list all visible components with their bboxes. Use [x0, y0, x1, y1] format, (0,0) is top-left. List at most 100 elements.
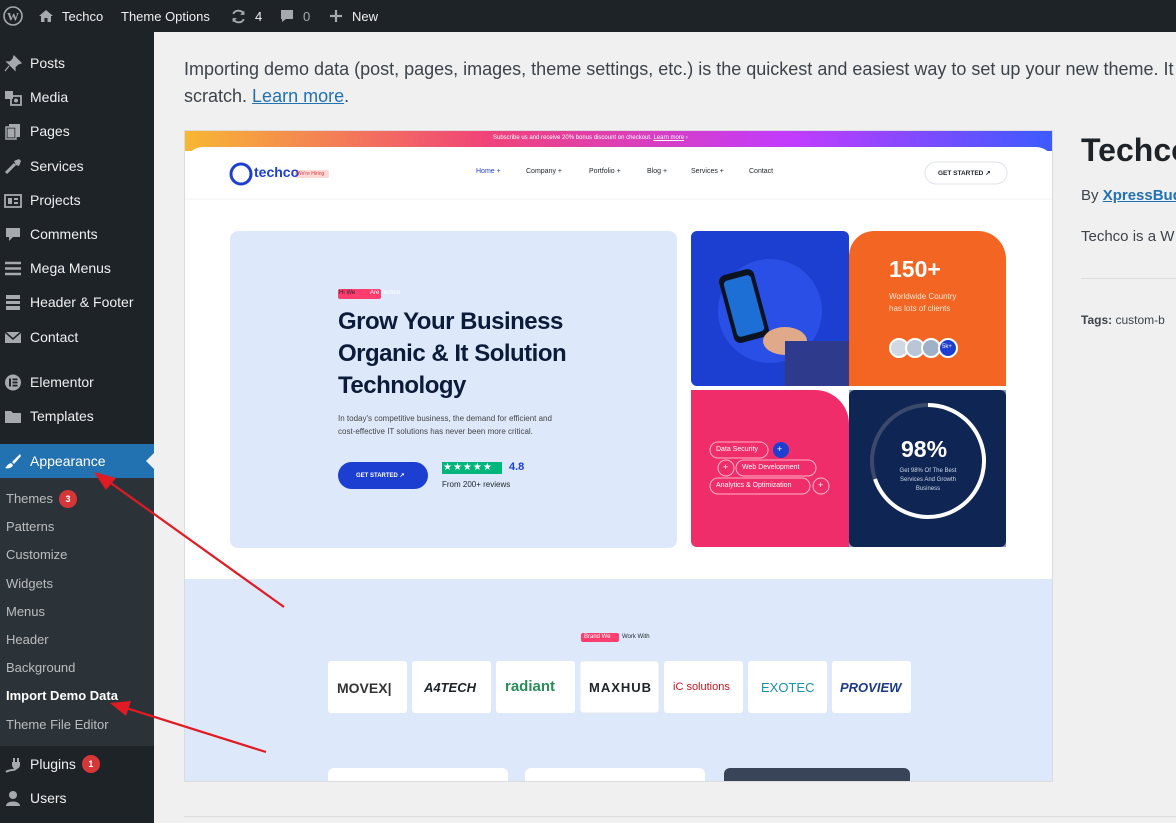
submenu-import-demo-data[interactable]: Import Demo Data: [6, 682, 118, 710]
theme-options-link[interactable]: Theme Options: [121, 0, 210, 32]
home-icon: [39, 10, 53, 22]
media-icon: [5, 91, 22, 106]
submenu-themes[interactable]: Themes 3: [6, 485, 77, 513]
tags-value: custom-b: [1115, 313, 1165, 327]
by-label: By: [1081, 187, 1099, 204]
menu-label: Elementor: [30, 374, 94, 390]
submenu-theme-file-editor[interactable]: Theme File Editor: [6, 711, 109, 739]
elementor-icon: [5, 374, 21, 391]
updates-count: 4: [255, 8, 263, 24]
chip-plus-icon-2: +: [723, 462, 729, 472]
menu-media[interactable]: Media: [0, 80, 154, 114]
theme-screenshot[interactable]: Subscribe us and receive 20% bonus disco…: [184, 130, 1053, 782]
menu-label: Services: [30, 158, 84, 174]
hero-button-label: GET STARTED ↗: [356, 473, 405, 479]
new-content-link[interactable]: New: [329, 0, 378, 32]
menu-label: Posts: [30, 55, 66, 71]
comments-link[interactable]: 0: [279, 0, 310, 32]
admin-sidebar: Posts Media Pages Services Projects Comm…: [0, 32, 154, 823]
submenu-patterns[interactable]: Patterns: [6, 513, 54, 541]
stat-98-sub-3: Business: [915, 486, 941, 492]
menu-posts[interactable]: Posts: [0, 46, 154, 80]
intro-line-2: scratch.: [184, 86, 248, 106]
submenu-widgets[interactable]: Widgets: [6, 570, 53, 598]
intro-line-1: Importing demo data (post, pages, images…: [184, 59, 1174, 79]
menu-icon: [5, 261, 21, 276]
chip-plus-icon-3: +: [818, 480, 824, 490]
menu-users[interactable]: Users: [0, 781, 154, 815]
menu-header-footer[interactable]: Header & Footer: [0, 285, 154, 319]
reviews-text: From 200+ reviews: [442, 480, 511, 489]
menu-appearance[interactable]: Appearance: [0, 444, 154, 478]
submenu-background[interactable]: Background: [6, 654, 75, 682]
brand-proview: PROVIEW: [840, 680, 902, 695]
stat-150-sub-1: Worldwide Country: [889, 292, 957, 301]
stat-98-sub-2: Services And Growth: [899, 477, 957, 483]
theme-title: Techco: [1081, 132, 1176, 168]
menu-label: Templates: [30, 408, 94, 424]
hero-paragraph-2: cost-effective IT solutions has never be…: [338, 427, 533, 436]
theme-author-link[interactable]: XpressBuddy: [1103, 187, 1176, 204]
menu-label: Plugins 1: [30, 747, 100, 781]
preview-nav-blog[interactable]: Blog +: [647, 168, 667, 175]
menu-label: Comments: [30, 226, 98, 242]
submenu-menus[interactable]: Menus: [6, 598, 45, 626]
updates-link[interactable]: 4: [230, 0, 262, 32]
star-icons: ★★★★★: [443, 462, 493, 473]
learn-more-link[interactable]: Learn more: [252, 86, 344, 106]
stat-98-sub-1: Get 98% Of The Best: [899, 468, 957, 474]
bottom-divider: [184, 816, 1176, 817]
menu-services[interactable]: Services: [0, 149, 154, 183]
hero-are-techco: Are Techco: [370, 290, 400, 296]
menu-comments[interactable]: Comments: [0, 217, 154, 251]
menu-label: Mega Menus: [30, 260, 111, 276]
pin-icon: [4, 55, 22, 72]
wordpress-logo[interactable]: W: [3, 0, 23, 32]
preview-nav-home[interactable]: Home +: [476, 168, 501, 175]
menu-contact[interactable]: Contact: [0, 320, 154, 354]
layout-icon: [6, 295, 20, 310]
menu-plugins[interactable]: Plugins 1: [0, 747, 154, 781]
brand-work-with: Work With: [622, 634, 650, 640]
menu-elementor[interactable]: Elementor: [0, 365, 154, 399]
preview-header-get-started[interactable]: GET STARTED ↗: [938, 169, 991, 177]
hero-button-text: GET STARTED: [356, 473, 398, 479]
hero-headline-2: Organic & It Solution: [338, 340, 567, 367]
brand-exotec: EXOTEC: [761, 680, 815, 695]
chip-web-development: Web Development: [742, 464, 800, 471]
comments-count: 0: [303, 8, 311, 24]
theme-tags: Tags: custom-b: [1081, 313, 1165, 327]
refresh-icon: [232, 9, 245, 23]
chip-data-security: Data Security: [716, 446, 759, 453]
menu-templates[interactable]: Templates: [0, 399, 154, 433]
envelope-icon: [4, 331, 22, 343]
topbar-message: Subscribe us and receive 20% bonus disco…: [493, 135, 652, 141]
preview-nav-portfolio[interactable]: Portfolio +: [589, 168, 621, 175]
menu-label: Users: [30, 790, 67, 806]
menu-label: Contact: [30, 329, 79, 345]
menu-mega-menus[interactable]: Mega Menus: [0, 251, 154, 285]
comment-bubble-icon: [281, 10, 293, 22]
stat-150: 150+: [889, 256, 941, 282]
menu-projects[interactable]: Projects: [0, 183, 154, 217]
intro-text: Importing demo data (post, pages, images…: [184, 59, 1174, 106]
submenu-customize[interactable]: Customize: [6, 541, 67, 569]
plugins-label: Plugins: [30, 756, 76, 772]
chip-analytics: Analytics & Optimization: [716, 482, 792, 489]
site-name-link[interactable]: Techco: [38, 0, 103, 32]
preview-nav-contact[interactable]: Contact: [749, 168, 773, 175]
brand-movex: MOVEX|: [337, 680, 392, 696]
submenu-label: Themes: [6, 491, 53, 506]
preview-nav-company[interactable]: Company +: [526, 168, 562, 175]
menu-pages[interactable]: Pages: [0, 114, 154, 148]
admin-bar: W Techco Theme Options 4 0 New: [0, 0, 1176, 32]
theme-description: Techco is a W: [1081, 228, 1175, 245]
topbar-link[interactable]: Learn more: [653, 135, 684, 141]
preview-nav-services[interactable]: Services +: [691, 168, 724, 175]
hero-paragraph-1: In today's competitive business, the dem…: [338, 414, 552, 423]
portfolio-icon: [4, 194, 22, 208]
brand-radiant: radiant: [505, 678, 556, 695]
submenu-header[interactable]: Header: [6, 626, 49, 654]
menu-label: Pages: [30, 123, 70, 139]
hero-hi-we: Hi We: [339, 290, 356, 296]
